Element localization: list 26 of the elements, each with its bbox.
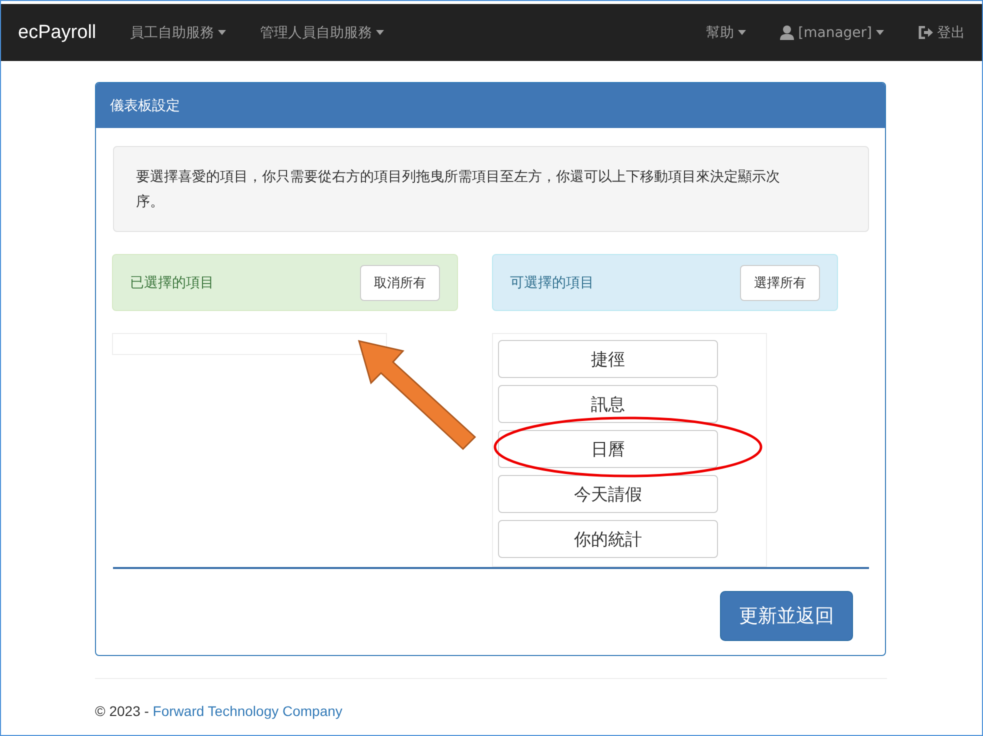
copyright-text: © 2023 - — [95, 703, 150, 719]
column-title: 可選擇的項目 — [510, 274, 594, 292]
caret-icon — [376, 30, 384, 35]
column-title: 已選擇的項目 — [130, 274, 214, 292]
brand-logo[interactable]: ecPayroll — [18, 22, 96, 44]
user-menu[interactable]: [manager] — [780, 24, 884, 40]
logout-icon — [918, 26, 933, 39]
draggable-item[interactable]: 訊息 — [498, 385, 718, 423]
draggable-item[interactable]: 你的統計 — [498, 520, 718, 558]
instruction-note: 要選擇喜愛的項目，你只需要從右方的項目列拖曳所需項目至左方，你還可以上下移動項目來決定顯示次序。 — [136, 168, 781, 212]
nav-menu[interactable]: 幫助 — [706, 24, 746, 42]
draggable-item[interactable]: 捷徑 — [498, 340, 718, 378]
clear-all-button[interactable]: 取消所有 — [360, 264, 440, 300]
nav-menu[interactable]: 管理人員自助服務 — [260, 24, 384, 42]
caret-icon — [218, 30, 226, 35]
user-icon — [780, 25, 794, 40]
logout-link[interactable]: 登出 — [918, 24, 965, 42]
company-link[interactable]: Forward Technology Company — [152, 703, 342, 719]
update-return-button[interactable]: 更新並返回 — [720, 591, 853, 641]
select-all-button[interactable]: 選擇所有 — [740, 264, 820, 300]
draggable-item[interactable]: 今天請假 — [498, 475, 718, 513]
caret-icon — [876, 30, 884, 35]
draggable-item[interactable]: 日曆 — [498, 430, 718, 468]
panel-title: 儀表板設定 — [96, 83, 885, 128]
nav-menu[interactable]: 員工自助服務 — [130, 24, 226, 42]
caret-icon — [738, 30, 746, 35]
